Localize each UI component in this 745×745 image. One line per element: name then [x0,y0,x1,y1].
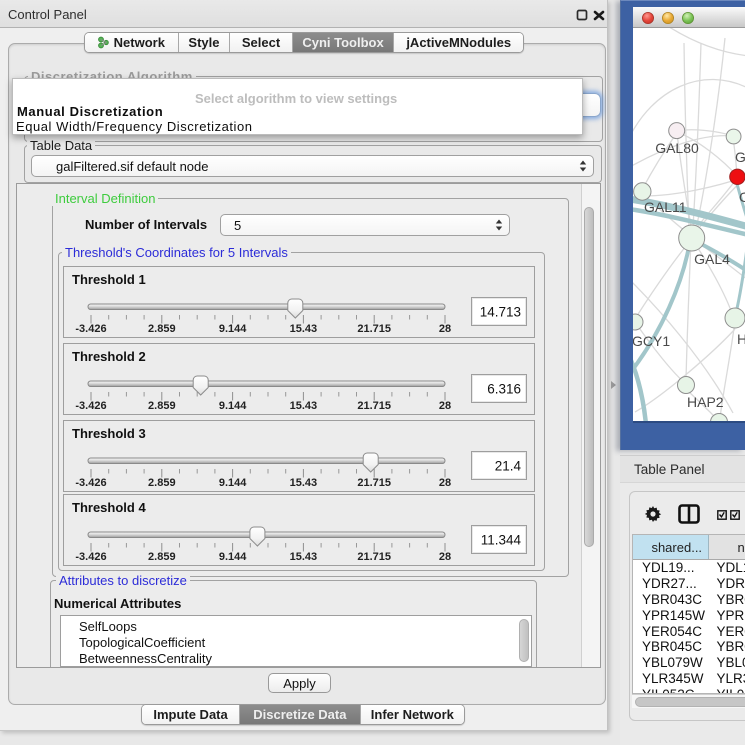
svg-text:GAL4: GAL4 [694,251,730,267]
svg-text:H: H [737,331,745,347]
svg-text:GAL80: GAL80 [655,140,699,156]
svg-text:GAL11: GAL11 [644,199,687,215]
svg-text:GCY1: GCY1 [633,333,670,349]
svg-text:C: C [739,189,745,205]
svg-text:GA: GA [735,149,745,165]
svg-text:HAP2: HAP2 [687,394,724,410]
